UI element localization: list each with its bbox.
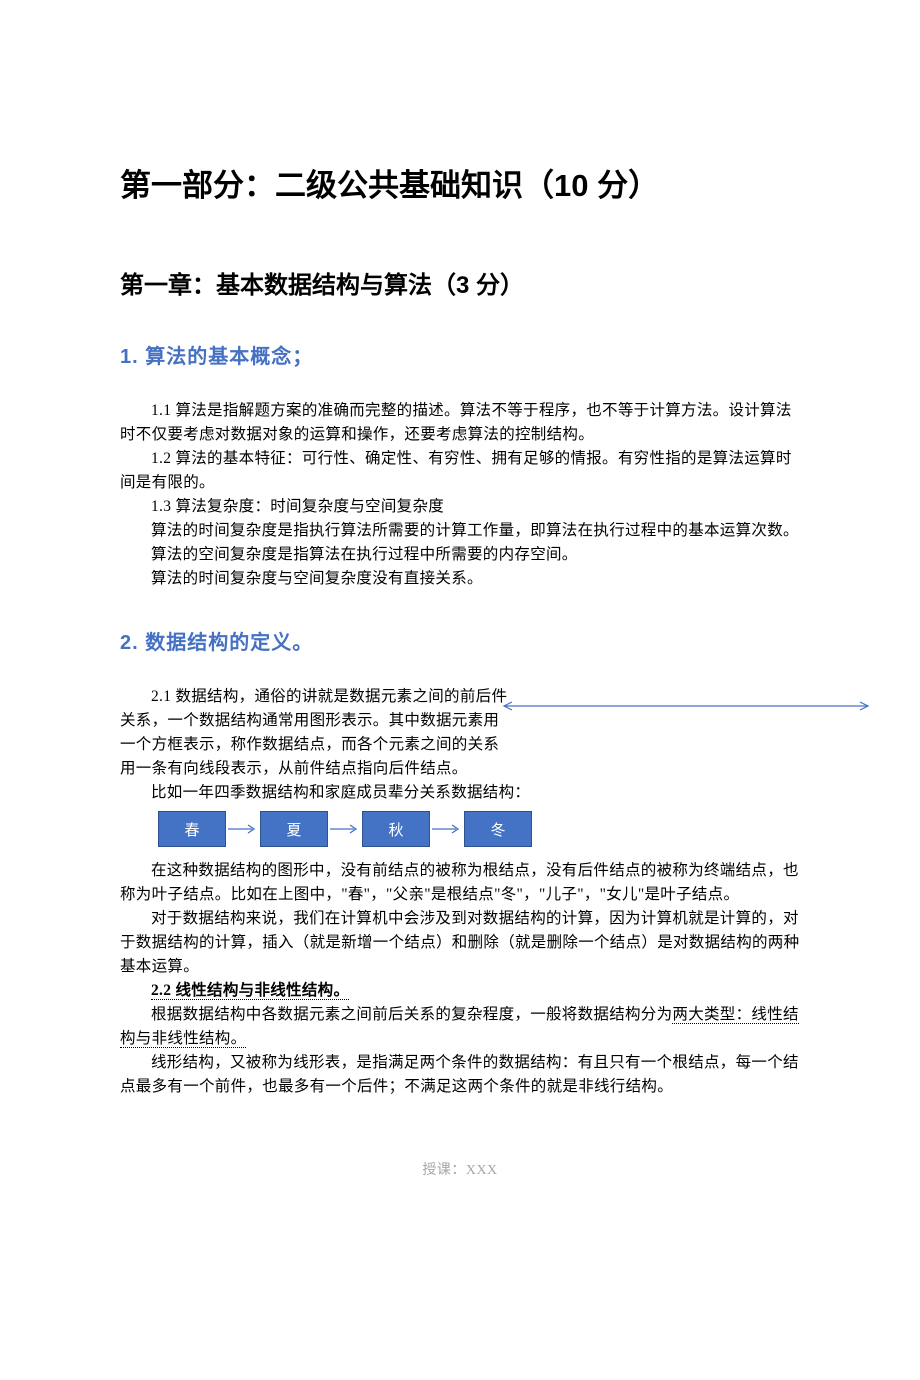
section-1-heading: 1. 算法的基本概念； xyxy=(120,340,800,369)
arrow-right-icon xyxy=(430,822,464,836)
para: 根据数据结构中各数据元素之间前后关系的复杂程度，一般将数据结构分为两大类型：线性… xyxy=(120,1003,800,1051)
page-footer: 授课：XXX xyxy=(120,1159,800,1179)
seasons-diagram: 春 夏 秋 冬 xyxy=(158,811,800,847)
chapter-title: 第一章：基本数据结构与算法（3 分） xyxy=(120,265,800,300)
para: 1.2 算法的基本特征：可行性、确定性、有穷性、拥有足够的情报。有穷性指的是算法… xyxy=(120,447,800,495)
section-1: 1. 算法的基本概念； 1.1 算法是指解题方案的准确而完整的描述。算法不等于程… xyxy=(120,340,800,591)
para: 1.1 算法是指解题方案的准确而完整的描述。算法不等于程序，也不等于计算方法。设… xyxy=(120,399,800,447)
para: 1.3 算法复杂度：时间复杂度与空间复杂度 xyxy=(120,495,800,519)
para: 比如一年四季数据结构和家庭成员辈分关系数据结构： xyxy=(120,781,800,805)
diagram-node: 秋 xyxy=(362,811,430,847)
subsection-title: 2.2 线性结构与非线性结构。 xyxy=(151,982,349,1000)
arrow-right-icon xyxy=(226,822,260,836)
para: 算法的时间复杂度与空间复杂度没有直接关系。 xyxy=(120,567,800,591)
para: 算法的时间复杂度是指执行算法所需要的计算工作量，即算法在执行过程中的基本运算次数… xyxy=(120,519,800,543)
double-arrow-icon xyxy=(496,701,876,705)
para: 2.2 线性结构与非线性结构。 xyxy=(120,979,800,1003)
wrapped-paragraph-block: 2.1 数据结构，通俗的讲就是数据元素之间的前后件关系，一个数据结构通常用图形表… xyxy=(120,685,800,805)
section-2-heading: 2. 数据结构的定义。 xyxy=(120,626,800,655)
arrow-right-icon xyxy=(328,822,362,836)
part-title: 第一部分：二级公共基础知识（10 分） xyxy=(120,160,800,205)
section-2: 2. 数据结构的定义。 2.1 数据结构，通俗的讲就是数据元素之间的前后件关系，… xyxy=(120,626,800,1099)
para: 对于数据结构来说，我们在计算机中会涉及到对数据结构的计算，因为计算机就是计算的，… xyxy=(120,907,800,979)
para: 在这种数据结构的图形中，没有前结点的被称为根结点，没有后件结点的被称为终端结点，… xyxy=(120,859,800,907)
diagram-node: 春 xyxy=(158,811,226,847)
para: 线形结构，又被称为线形表，是指满足两个条件的数据结构：有且只有一个根结点，每一个… xyxy=(120,1051,800,1099)
diagram-node: 夏 xyxy=(260,811,328,847)
para: 算法的空间复杂度是指算法在执行过程中所需要的内存空间。 xyxy=(120,543,800,567)
diagram-node: 冬 xyxy=(464,811,532,847)
double-arrow-figure xyxy=(520,685,800,775)
